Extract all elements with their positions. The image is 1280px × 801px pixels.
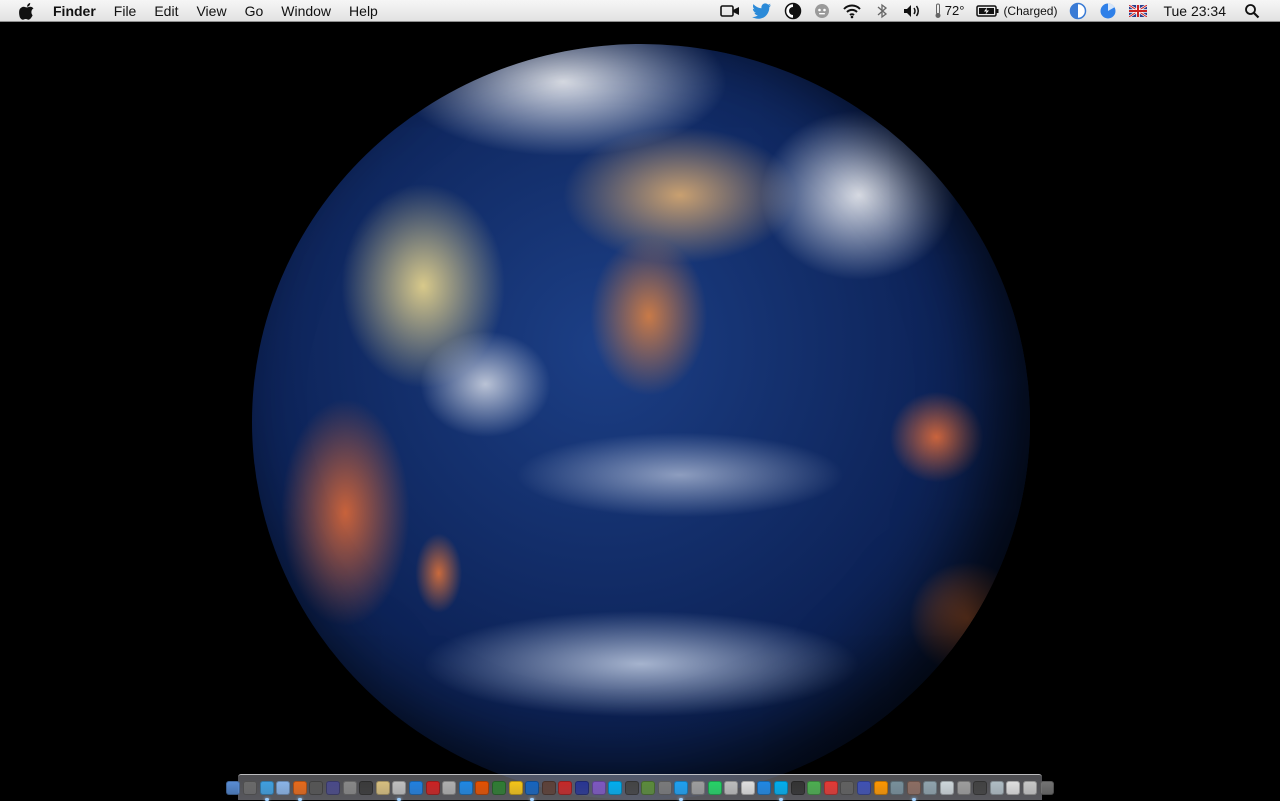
dock-app-icon[interactable] [292,780,307,801]
dock-app-icon[interactable] [475,780,490,795]
dock-app-icon[interactable] [674,780,689,801]
temperature-label: 72° [944,3,965,18]
dock-app-icon[interactable] [408,780,423,795]
apple-menu-icon[interactable] [16,0,38,22]
half-circle-icon[interactable] [1069,0,1087,22]
dock-app-icon[interactable] [525,780,540,801]
dock-app-icon[interactable] [840,780,855,795]
menu-go[interactable]: Go [236,0,273,22]
menu-view[interactable]: View [187,0,235,22]
dock-app-icon[interactable] [724,780,739,795]
dock-app-icon[interactable] [392,780,407,801]
dock-app-icon[interactable] [790,780,805,795]
uk-flag-icon[interactable] [1129,0,1148,22]
dock-app-icon[interactable] [923,780,938,795]
earth-wallpaper [252,44,1030,800]
menu-window[interactable]: Window [272,0,340,22]
dock-app-icon[interactable] [309,780,324,795]
dock-app-icon[interactable] [939,780,954,795]
dock-app-icon[interactable] [326,780,341,795]
menu-left: Finder File Edit View Go Window Help [0,0,387,22]
dock-app-icon[interactable] [807,780,822,795]
dock-app-icon[interactable] [591,780,606,795]
dock-app-icon[interactable] [508,780,523,795]
status-area: 72° (Charged) Tue 23:34 [714,0,1280,22]
dock-app-icon[interactable] [425,780,440,795]
dock-app-icon[interactable] [342,780,357,795]
dock-app-icon[interactable] [823,780,838,795]
dock-app-icon[interactable] [1006,780,1021,795]
dock-app-icon[interactable] [691,780,706,795]
dock-app-icon[interactable] [276,780,291,795]
thermometer-icon [935,3,941,18]
dock-app-icon[interactable] [740,780,755,795]
running-indicator [779,797,784,801]
dock-app-icon[interactable] [259,780,274,801]
running-indicator [297,797,302,801]
dock-app-icon[interactable] [541,780,556,795]
menu-edit[interactable]: Edit [145,0,187,22]
dock-app-icon[interactable] [641,780,656,795]
dock-app-icon[interactable] [1039,780,1054,795]
desktop [0,22,1280,800]
menu-help[interactable]: Help [340,0,387,22]
dock-app-icon[interactable] [774,780,789,801]
dock-app-icon[interactable] [890,780,905,795]
dock-app-icon[interactable] [873,780,888,795]
battery-icon [976,4,999,17]
dock-app-icon[interactable] [608,780,623,795]
volume-icon[interactable] [902,0,922,22]
dock-app-icon[interactable] [624,780,639,795]
dock-app-icon[interactable] [491,780,506,795]
dock-app-icon[interactable] [906,780,921,801]
moustache-icon[interactable] [814,0,830,22]
dock-app-icon[interactable] [375,780,390,795]
bluetooth-icon[interactable] [874,0,890,22]
dock-app-icon[interactable] [956,780,971,795]
dock-app-icon[interactable] [359,780,374,795]
dock-app-icon[interactable] [757,780,772,795]
dock-app-icon[interactable] [657,780,672,795]
menu-bar: Finder File Edit View Go Window Help 72°… [0,0,1280,22]
running-indicator [679,797,684,801]
twitter-icon[interactable] [751,0,772,22]
dock-app-icon[interactable] [442,780,457,795]
pie-chart-icon[interactable] [1099,0,1117,22]
dock-app-icon[interactable] [558,780,573,795]
dock-app-icon[interactable] [1022,780,1037,795]
menu-finder[interactable]: Finder [44,0,105,22]
dock-app-icon[interactable] [707,780,722,795]
contrast-icon[interactable] [784,0,802,22]
running-indicator [911,797,916,801]
temperature-status[interactable]: 72° [934,0,965,22]
wifi-icon[interactable] [842,0,862,22]
spotlight-search-icon[interactable] [1244,0,1260,22]
dock [226,774,1054,801]
running-indicator [397,797,402,801]
battery-status[interactable]: (Charged) [976,0,1057,22]
dock-app-icon[interactable] [458,780,473,795]
camera-icon[interactable] [719,0,740,22]
menu-file[interactable]: File [105,0,146,22]
dock-app-icon[interactable] [857,780,872,795]
dock-app-icon[interactable] [973,780,988,795]
running-indicator [530,797,535,801]
clock[interactable]: Tue 23:34 [1163,0,1226,22]
dock-app-icon[interactable] [574,780,589,795]
running-indicator [264,797,269,801]
dock-app-icon[interactable] [989,780,1004,795]
dock-app-icon[interactable] [243,780,258,795]
dock-app-icon[interactable] [226,780,241,795]
battery-label: (Charged) [1003,3,1058,18]
